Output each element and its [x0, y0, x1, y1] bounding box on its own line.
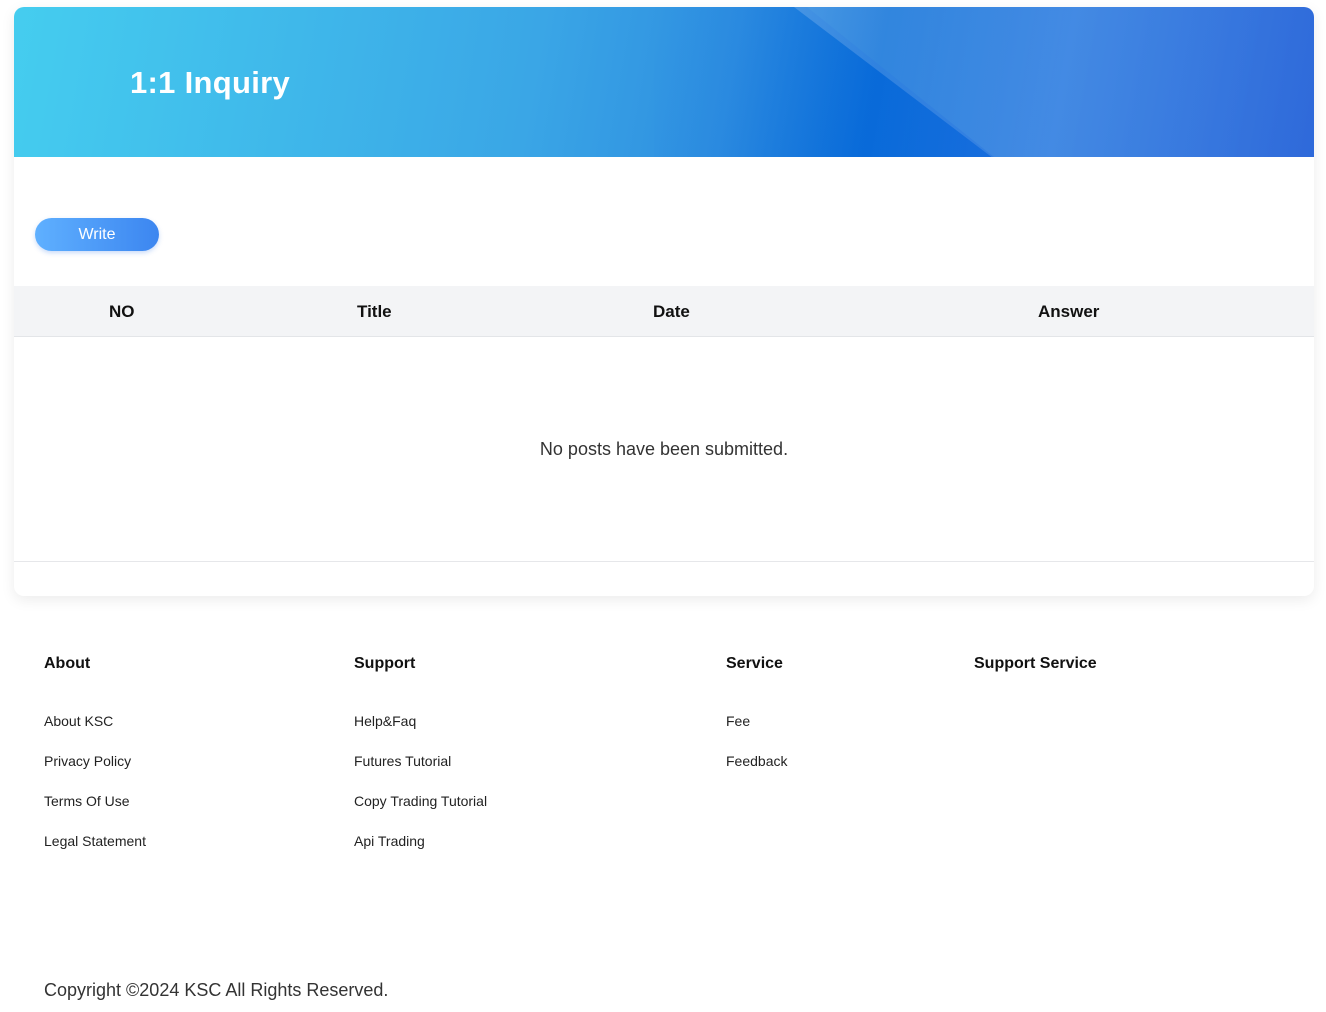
footer-link-help-faq[interactable]: Help&Faq [354, 712, 487, 752]
column-header-title: Title [357, 302, 392, 321]
footer-link-futures-tutorial[interactable]: Futures Tutorial [354, 752, 487, 792]
footer-heading-service: Service [726, 655, 783, 672]
footer-heading-support-service: Support Service [974, 655, 1097, 672]
footer-column-service: Service Fee Feedback [726, 655, 787, 792]
footer-column-about: About About KSC Privacy Policy Terms Of … [44, 655, 146, 872]
page-title: 1:1 Inquiry [130, 65, 291, 100]
table-header: NO Title Date Answer [14, 286, 1314, 337]
footer-heading-about: About [44, 655, 91, 672]
write-button[interactable]: Write [35, 218, 159, 251]
inquiry-card: 1:1 Inquiry Write NO Title Date Answer N… [14, 7, 1314, 596]
column-header-answer: Answer [1038, 302, 1100, 321]
footer-column-support: Support Help&Faq Futures Tutorial Copy T… [354, 655, 487, 872]
footer-link-feedback[interactable]: Feedback [726, 752, 787, 792]
footer-link-copy-trading-tutorial[interactable]: Copy Trading Tutorial [354, 792, 487, 832]
copyright-text: Copyright ©2024 KSC All Rights Reserved. [44, 980, 389, 1000]
footer-link-privacy-policy[interactable]: Privacy Policy [44, 752, 146, 792]
footer-heading-support: Support [354, 655, 416, 672]
page-banner: 1:1 Inquiry [14, 7, 1314, 157]
footer-link-fee[interactable]: Fee [726, 712, 787, 752]
empty-state-message: No posts have been submitted. [539, 439, 789, 459]
footer-column-support-service: Support Service [974, 655, 1097, 675]
footer-link-terms-of-use[interactable]: Terms Of Use [44, 792, 146, 832]
footer-link-legal-statement[interactable]: Legal Statement [44, 832, 146, 872]
column-header-no: NO [109, 302, 135, 321]
footer-link-api-trading[interactable]: Api Trading [354, 832, 487, 872]
column-header-date: Date [653, 302, 690, 321]
footer-link-about-ksc[interactable]: About KSC [44, 712, 146, 752]
table-bottom-divider [14, 561, 1314, 562]
